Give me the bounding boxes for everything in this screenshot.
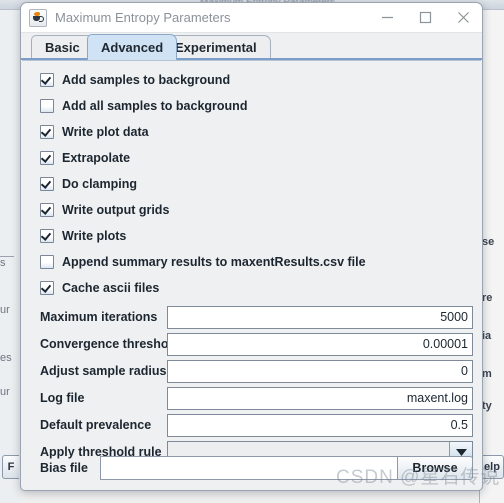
tab-basic[interactable]: Basic — [31, 35, 94, 59]
checkbox-write-plots[interactable] — [40, 229, 54, 243]
default-prevalence-input[interactable]: 0.5 — [167, 413, 473, 437]
checkbox-row-do-clamping[interactable]: Do clamping — [40, 175, 137, 193]
checkbox-add-all-samples-to-background[interactable] — [40, 99, 54, 113]
checkbox-add-samples-to-background[interactable] — [40, 73, 54, 87]
checkbox-extrapolate[interactable] — [40, 151, 54, 165]
checkbox-row-add-all-samples-to-background[interactable]: Add all samples to background — [40, 97, 247, 115]
field-row-convergence-threshold: Convergence threshold 0.00001 — [40, 331, 473, 357]
background-button-left[interactable]: F — [2, 455, 19, 479]
checkbox-row-add-samples-to-background[interactable]: Add samples to background — [40, 71, 230, 89]
java-coffee-cup-icon — [29, 8, 47, 27]
field-label: Adjust sample radius — [40, 364, 167, 378]
close-icon[interactable] — [444, 3, 482, 32]
checkbox-write-plot-data[interactable] — [40, 125, 54, 139]
window-title: Maximum Entropy Parameters — [55, 10, 231, 25]
checkbox-cache-ascii-files[interactable] — [40, 281, 54, 295]
field-row-adjust-sample-radius: Adjust sample radius 0 — [40, 358, 473, 384]
dialog-titlebar: Maximum Entropy Parameters — [21, 3, 482, 33]
checkbox-write-output-grids[interactable] — [40, 203, 54, 217]
background-text-fragment: es — [0, 352, 12, 364]
adjust-sample-radius-input[interactable]: 0 — [167, 359, 473, 383]
field-row-default-prevalence: Default prevalence 0.5 — [40, 412, 473, 438]
field-row-bias-file: Bias file Browse — [40, 455, 473, 481]
field-label: Log file — [40, 391, 85, 405]
tab-experimental[interactable]: Experimental — [161, 35, 271, 59]
bias-file-input[interactable] — [100, 456, 397, 480]
field-label: Bias file — [40, 461, 88, 475]
log-file-input[interactable]: maxent.log — [167, 386, 473, 410]
tab-advanced[interactable]: Advanced — [87, 34, 178, 60]
checkbox-label: Append summary results to maxentResults.… — [62, 255, 366, 269]
checkbox-label: Write output grids — [62, 203, 170, 217]
field-row-log-file: Log file maxent.log — [40, 385, 473, 411]
checkbox-row-cache-ascii-files[interactable]: Cache ascii files — [40, 279, 159, 297]
maximum-iterations-input[interactable]: 5000 — [167, 305, 473, 329]
checkbox-label: Cache ascii files — [62, 281, 160, 295]
background-text-fragment: ia — [482, 330, 492, 342]
checkbox-label: Write plots — [62, 229, 127, 243]
background-button-help[interactable]: elp — [481, 455, 504, 479]
tab-label: Basic — [45, 40, 80, 55]
checkbox-label: Extrapolate — [62, 151, 131, 165]
checkbox-label: Add samples to background — [62, 73, 231, 87]
background-text-fragment: s — [0, 257, 6, 269]
browse-button[interactable]: Browse — [397, 456, 473, 480]
checkbox-append-summary-results[interactable] — [40, 255, 54, 269]
background-divider — [0, 256, 14, 257]
minimize-icon[interactable] — [368, 3, 406, 32]
field-label: Convergence threshold — [40, 337, 180, 351]
background-text-fragment: se — [482, 236, 495, 248]
background-text-fragment: re — [482, 292, 493, 304]
checkbox-row-write-plots[interactable]: Write plots — [40, 227, 126, 245]
checkbox-row-append-summary-results[interactable]: Append summary results to maxentResults.… — [40, 253, 366, 271]
maximize-icon[interactable] — [406, 3, 444, 32]
maximum-entropy-parameters-dialog: Maximum Entropy Parameters Basic Advance… — [20, 2, 483, 491]
convergence-threshold-input[interactable]: 0.00001 — [167, 332, 473, 356]
field-label: Default prevalence — [40, 418, 152, 432]
checkbox-row-write-output-grids[interactable]: Write output grids — [40, 201, 169, 219]
checkbox-label: Add all samples to background — [62, 99, 248, 113]
checkbox-row-extrapolate[interactable]: Extrapolate — [40, 149, 130, 167]
checkbox-row-write-plot-data[interactable]: Write plot data — [40, 123, 149, 141]
tab-label: Advanced — [101, 40, 164, 55]
tab-label: Experimental — [175, 40, 257, 55]
background-text-fragment: ur — [0, 386, 10, 398]
field-row-maximum-iterations: Maximum iterations 5000 — [40, 304, 473, 330]
field-label: Maximum iterations — [40, 310, 158, 324]
background-text-fragment: m — [482, 368, 492, 380]
window-controls — [368, 3, 482, 32]
checkbox-label: Write plot data — [62, 125, 149, 139]
advanced-tab-panel: Add samples to background Add all sample… — [22, 60, 481, 489]
checkbox-do-clamping[interactable] — [40, 177, 54, 191]
background-text-fragment: ur — [0, 304, 10, 316]
tab-strip: Basic Advanced Experimental — [21, 33, 482, 60]
checkbox-label: Do clamping — [62, 177, 138, 191]
background-text-fragment: ty — [482, 400, 492, 412]
